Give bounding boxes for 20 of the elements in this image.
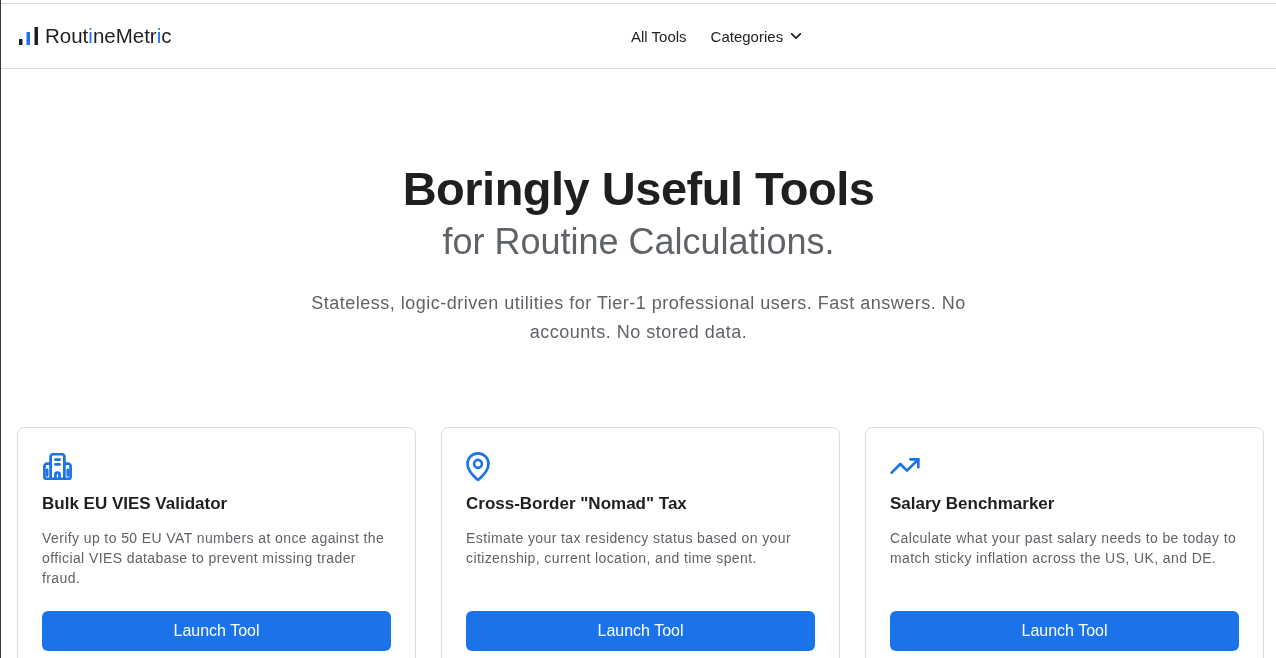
nav-link[interactable]: All Tools	[631, 27, 687, 45]
hero-title: Boringly Useful Tools	[402, 161, 875, 217]
map-pin-icon	[466, 451, 490, 481]
launch-tool-button[interactable]: Launch Tool	[890, 611, 1239, 651]
tool-description: Calculate what your past salary needs to be today to match sticky inflation across the US, UK, and DE.	[890, 529, 1238, 568]
tool-title: Cross-Border "Nomad" Tax	[466, 493, 688, 515]
bar-chart-logo-icon	[19, 27, 38, 45]
building-icon	[42, 452, 73, 480]
launch-tool-button[interactable]: Launch Tool	[42, 611, 391, 651]
tool-title: Bulk EU VIES Validator	[42, 493, 229, 515]
hero-subtitle: for Routine Calculations.	[442, 220, 835, 264]
nav-dropdown[interactable]: Categories	[710, 27, 802, 45]
tool-description: Estimate your tax residency status based on your citizenship, current location, and time spent.	[466, 529, 793, 568]
trending-up-icon	[890, 458, 920, 474]
logo-text[interactable]: RoutineMetric	[45, 24, 172, 48]
tool-description: Verify up to 50 EU VAT numbers at once against the official VIES database to prevent missing trader fraud.	[42, 529, 386, 588]
tool-title: Salary Benchmarker	[890, 493, 1056, 515]
hero-description: Stateless, logic-driven utilities for Tier-1 professional users. Fast answers. No accounts. No stored data.	[310, 292, 967, 344]
chevron-down-icon	[791, 33, 802, 39]
launch-tool-button[interactable]: Launch Tool	[466, 611, 815, 651]
